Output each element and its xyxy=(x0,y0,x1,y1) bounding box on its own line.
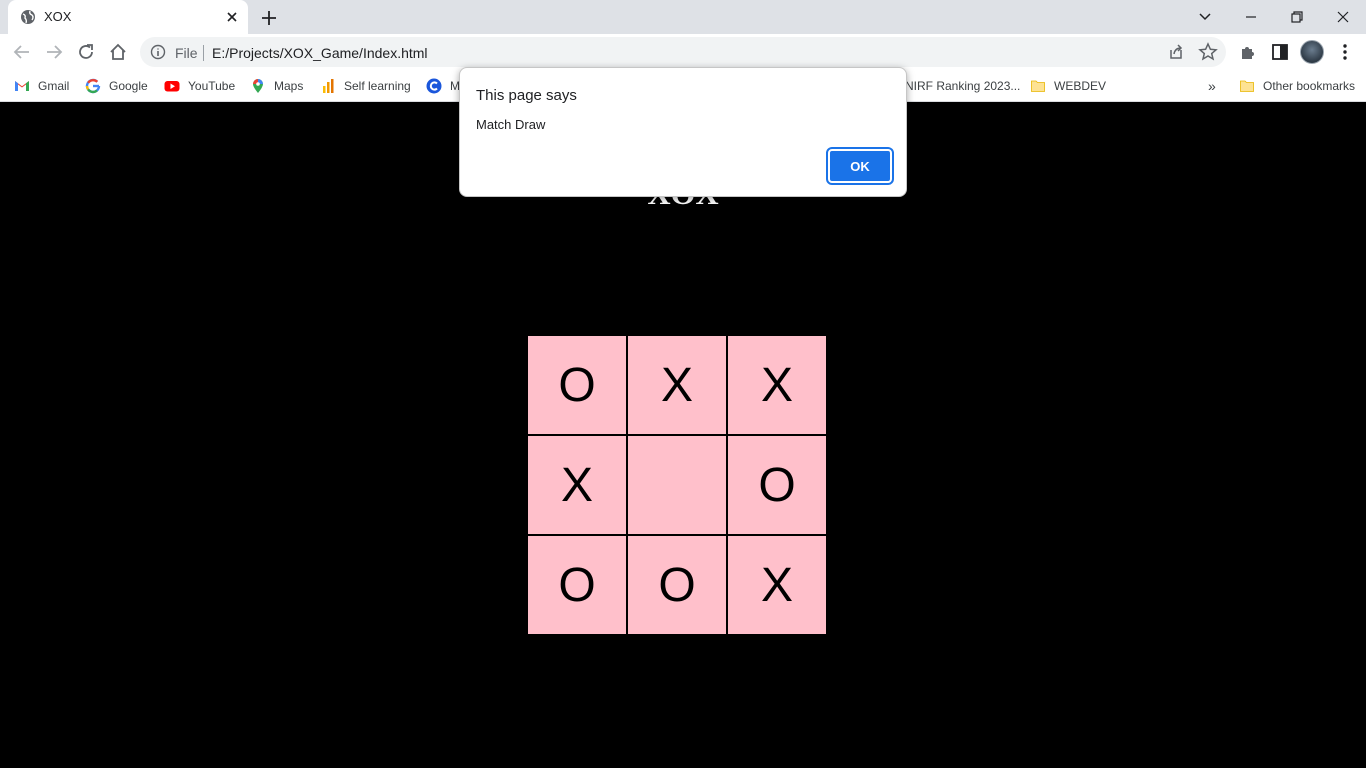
bookmark-label: Google xyxy=(109,79,148,93)
c-icon xyxy=(426,78,442,94)
bookmark-star-icon[interactable] xyxy=(1197,41,1219,63)
browser-toolbar: File E:/Projects/XOX_Game/Index.html xyxy=(0,34,1366,70)
reload-icon[interactable] xyxy=(75,41,97,63)
bookmark-nirf-ranking[interactable]: NIRF Ranking 2023... xyxy=(905,76,1020,96)
bookmarks-overflow-button[interactable]: » xyxy=(1208,76,1216,96)
bookmark-webdev[interactable]: WEBDEV xyxy=(1030,76,1106,96)
home-icon[interactable] xyxy=(107,41,129,63)
tab-title: XOX xyxy=(44,9,72,24)
bookmark-maps[interactable]: Maps xyxy=(250,76,303,96)
game-board: O X X X O O O X xyxy=(527,335,827,635)
folder-icon xyxy=(1240,80,1254,92)
url-text[interactable]: E:/Projects/XOX_Game/Index.html xyxy=(212,45,428,61)
bookmark-gmail[interactable]: Gmail xyxy=(14,76,69,96)
bookmark-label: Maps xyxy=(274,79,304,93)
bookmark-google[interactable]: Google xyxy=(85,76,148,96)
minimize-icon[interactable] xyxy=(1239,5,1263,29)
side-panel-icon[interactable] xyxy=(1269,41,1291,63)
bookmark-self-learning[interactable]: Self learning xyxy=(320,76,411,96)
browser-tab[interactable]: XOX xyxy=(8,0,248,34)
share-icon[interactable] xyxy=(1165,41,1187,63)
address-divider xyxy=(203,45,204,61)
bookmark-label: Other bookmarks xyxy=(1263,79,1356,93)
bookmark-label: WEBDEV xyxy=(1054,79,1107,93)
bookmark-label: Self learning xyxy=(344,79,411,93)
chevron-double-right-icon: » xyxy=(1208,78,1216,94)
alert-dialog: This page says Match Draw OK xyxy=(459,67,907,197)
board-cell-1-1[interactable]: O xyxy=(527,335,627,435)
board-cell-3-3[interactable]: X xyxy=(727,535,827,635)
tab-strip: XOX xyxy=(0,0,1366,34)
globe-icon xyxy=(21,10,35,24)
gmail-icon xyxy=(15,81,29,91)
bookmark-label: YouTube xyxy=(188,79,236,93)
page-viewport: XOX O X X X O O O X xyxy=(0,103,1366,768)
youtube-icon xyxy=(164,81,180,92)
dialog-title: This page says xyxy=(476,87,577,104)
board-cell-2-2[interactable] xyxy=(627,435,727,535)
ok-button[interactable]: OK xyxy=(826,147,894,185)
profile-avatar[interactable] xyxy=(1300,40,1324,64)
board-cell-2-1[interactable]: X xyxy=(527,435,627,535)
info-icon[interactable] xyxy=(150,44,166,60)
bookmark-label: NIRF Ranking 2023... xyxy=(905,79,1021,93)
dialog-message: Match Draw xyxy=(476,117,546,132)
board-cell-1-3[interactable]: X xyxy=(727,335,827,435)
board-cell-1-2[interactable]: X xyxy=(627,335,727,435)
board-cell-3-2[interactable]: O xyxy=(627,535,727,635)
analytics-icon xyxy=(323,79,334,93)
folder-icon xyxy=(1031,80,1045,92)
restore-icon[interactable] xyxy=(1285,5,1309,29)
back-arrow-icon[interactable] xyxy=(11,41,33,63)
close-window-icon[interactable] xyxy=(1331,5,1355,29)
new-tab-icon[interactable] xyxy=(258,7,280,29)
forward-arrow-icon[interactable] xyxy=(43,41,65,63)
board-cell-3-1[interactable]: O xyxy=(527,535,627,635)
tab-search-chevron-icon[interactable] xyxy=(1193,5,1217,29)
close-tab-icon[interactable] xyxy=(223,8,241,26)
address-bar[interactable]: File E:/Projects/XOX_Game/Index.html xyxy=(140,37,1226,67)
more-menu-icon[interactable] xyxy=(1334,41,1356,63)
bookmark-youtube[interactable]: YouTube xyxy=(164,76,235,96)
scheme-label: File xyxy=(175,45,198,61)
extensions-icon[interactable] xyxy=(1237,41,1259,63)
google-icon xyxy=(85,78,101,94)
bookmark-other-bookmarks[interactable]: Other bookmarks xyxy=(1239,76,1355,96)
board-cell-2-3[interactable]: O xyxy=(727,435,827,535)
bookmark-m[interactable]: M xyxy=(426,76,460,96)
maps-icon xyxy=(253,79,263,93)
bookmark-label: Gmail xyxy=(38,79,70,93)
